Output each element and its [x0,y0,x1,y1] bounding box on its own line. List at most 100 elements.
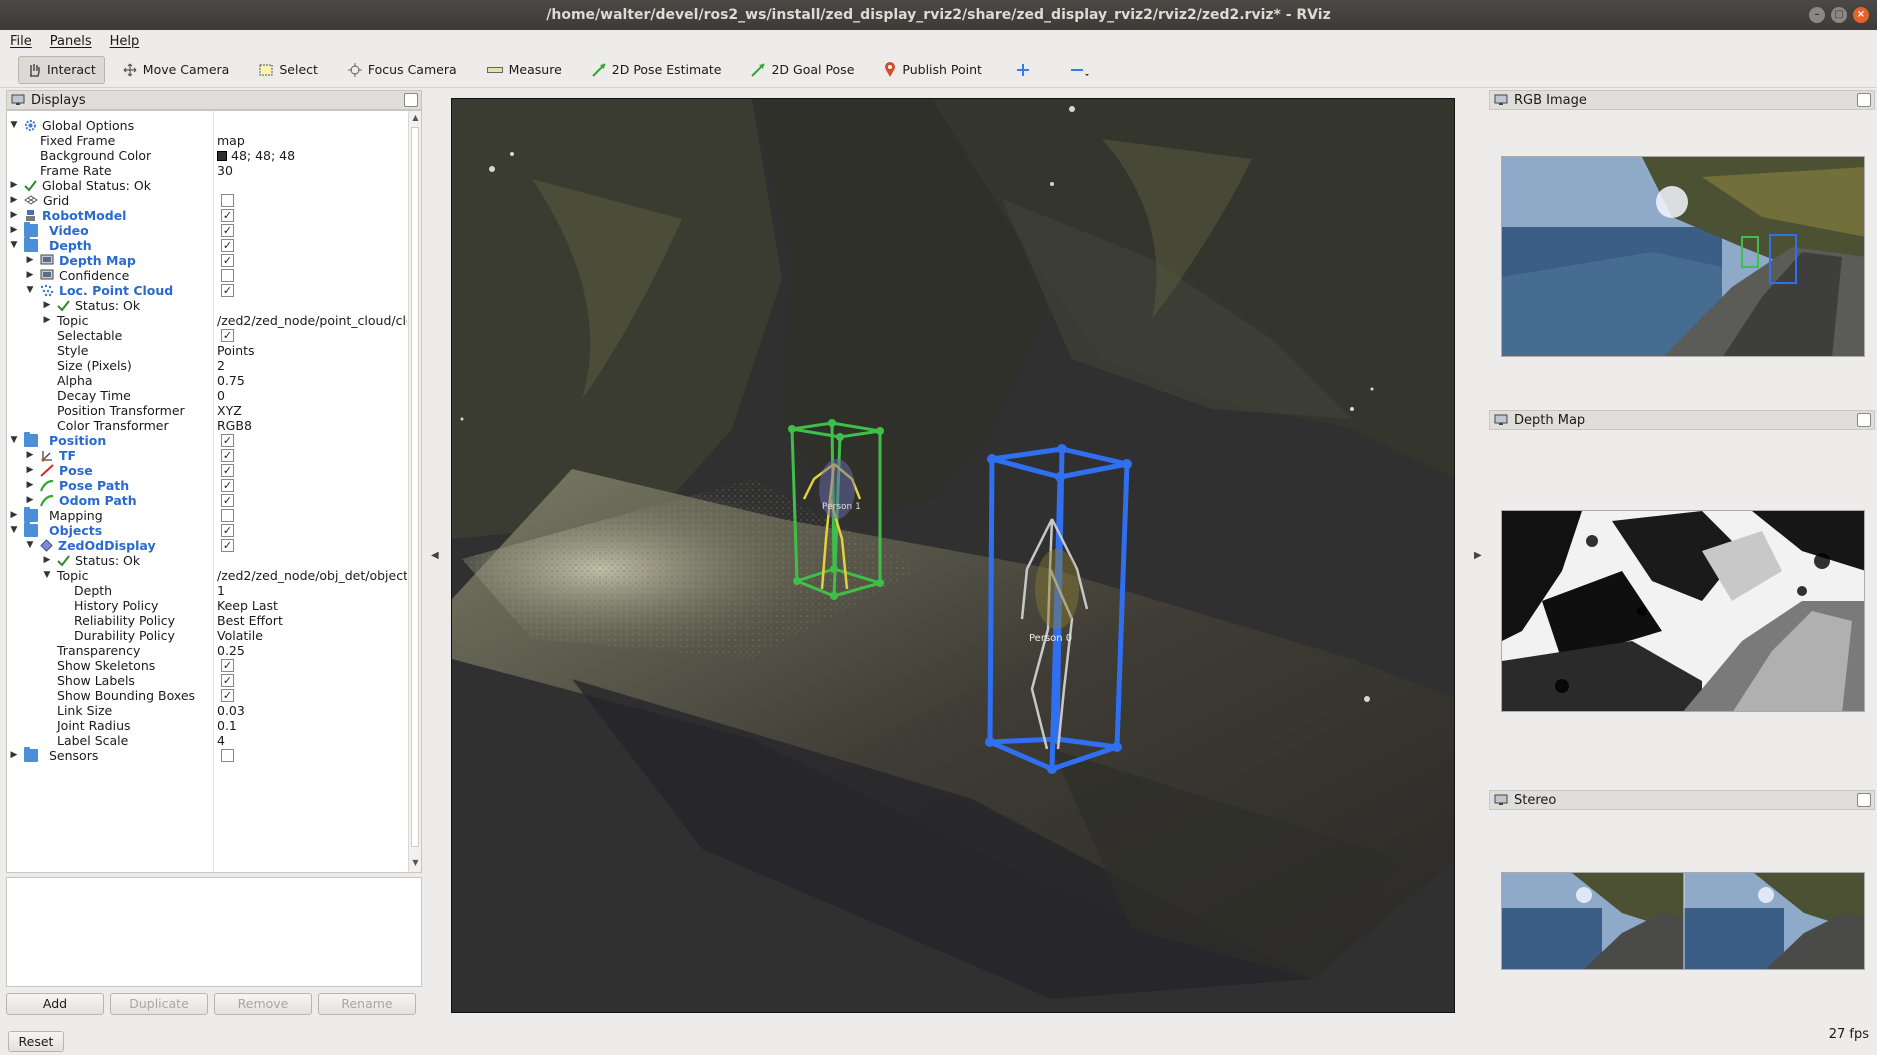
enable-checkbox[interactable] [221,268,234,282]
path-icon [40,494,54,507]
enable-checkbox[interactable]: ✓ [221,253,234,267]
display-row[interactable]: ▶ Sensors [7,746,407,764]
publish-point-tool-button[interactable]: Publish Point [876,56,990,84]
scroll-down-icon[interactable]: ▼ [409,858,421,870]
collapsed-arrow-icon[interactable]: ▶ [9,225,19,235]
collapsed-arrow-icon[interactable]: ▶ [42,315,52,325]
rgb-image-panel: RGB Image [1489,90,1875,410]
monitor-icon [1494,414,1508,425]
displays-panel-header: Displays [6,90,422,110]
move-camera-tool-button[interactable]: Move Camera [115,56,238,84]
collapsed-arrow-icon[interactable]: ▶ [9,195,19,205]
depth-map-image [1502,511,1864,711]
pose-estimate-tool-button[interactable]: 2D Pose Estimate [584,56,730,84]
enable-checkbox[interactable]: ✓ [221,673,234,687]
expanded-arrow-icon[interactable]: ▼ [9,240,19,250]
enable-checkbox[interactable] [221,193,234,207]
displays-button-row: Add Duplicate Remove Rename [6,993,416,1015]
pose-estimate-tool-label: 2D Pose Estimate [611,62,722,77]
collapsed-arrow-icon[interactable]: ▶ [42,300,52,310]
select-icon [259,64,273,75]
displays-tree[interactable]: ▼ Global Options Fixed Frame map Background … [6,110,422,873]
displays-panel: Displays ▼ Global Options Fixed Frame map Ba… [6,90,422,1050]
window-title: /home/walter/devel/ros2_ws/install/zed_d… [546,7,1331,23]
collapse-left-icon[interactable]: ◀ [431,550,439,561]
expanded-arrow-icon[interactable]: ▼ [42,570,52,580]
remove-button[interactable]: Remove [214,993,312,1015]
enable-checkbox[interactable]: ✓ [221,538,234,552]
add-button[interactable]: Add [6,993,104,1015]
menu-file[interactable]: File [10,34,32,49]
enable-checkbox[interactable]: ✓ [221,463,234,477]
panel-float-button[interactable] [404,93,418,107]
focus-camera-tool-button[interactable]: Focus Camera [340,56,465,84]
expanded-arrow-icon[interactable]: ▼ [25,540,35,550]
tree-scrollbar[interactable]: ▲ ▼ [408,111,421,872]
minimize-icon[interactable]: – [1809,7,1825,23]
enable-checkbox[interactable]: ✓ [221,493,234,507]
check-icon [24,179,37,192]
enable-checkbox[interactable]: ✓ [221,658,234,672]
enable-checkbox[interactable]: ✓ [221,208,234,222]
enable-checkbox[interactable]: ✓ [221,223,234,237]
interact-tool-button[interactable]: Interact [18,55,105,84]
enable-checkbox[interactable] [221,748,234,762]
enable-checkbox[interactable]: ✓ [221,688,234,702]
maximize-icon[interactable]: □ [1831,7,1847,23]
enable-checkbox[interactable]: ✓ [221,523,234,537]
expanded-arrow-icon[interactable]: ▼ [9,525,19,535]
enable-checkbox[interactable] [221,508,234,522]
enable-checkbox[interactable]: ✓ [221,478,234,492]
measure-tool-button[interactable]: Measure [479,56,570,84]
depth-map-panel-title: Depth Map [1514,412,1586,428]
monitor-icon [11,94,25,105]
panel-float-button[interactable] [1857,93,1871,107]
enable-checkbox[interactable]: ✓ [221,238,234,252]
duplicate-button[interactable]: Duplicate [110,993,208,1015]
depth-map-panel-header: Depth Map [1489,410,1875,430]
folder-icon [24,506,44,522]
toolbar: Interact Move Camera Select Focus Camera… [0,52,1877,88]
expanded-arrow-icon[interactable]: ▼ [25,285,35,295]
enable-checkbox[interactable]: ✓ [221,448,234,462]
title-bar: /home/walter/devel/ros2_ws/install/zed_d… [0,0,1877,30]
reset-button[interactable]: Reset [8,1031,64,1052]
collapse-right-icon[interactable]: ▶ [1474,550,1482,561]
collapsed-arrow-icon[interactable]: ▶ [25,480,35,490]
collapsed-arrow-icon[interactable]: ▶ [25,465,35,475]
collapsed-arrow-icon[interactable]: ▶ [25,255,35,265]
goal-pose-tool-button[interactable]: 2D Goal Pose [743,56,862,84]
remove-tool-button[interactable] [1062,56,1104,84]
person-1-label: Person 1 [822,502,861,512]
point-cloud-scene: Person 1 Person 0 [452,99,1454,1012]
scroll-up-icon[interactable]: ▲ [409,113,421,125]
collapsed-arrow-icon[interactable]: ▶ [9,750,19,760]
panel-float-button[interactable] [1857,413,1871,427]
collapsed-arrow-icon[interactable]: ▶ [9,510,19,520]
enable-checkbox[interactable]: ✓ [221,328,234,342]
collapsed-arrow-icon[interactable]: ▶ [25,495,35,505]
robot-icon [24,209,37,222]
collapsed-arrow-icon[interactable]: ▶ [42,555,52,565]
collapsed-arrow-icon[interactable]: ▶ [25,270,35,280]
panel-float-button[interactable] [1857,793,1871,807]
select-tool-button[interactable]: Select [251,56,326,84]
enable-checkbox[interactable]: ✓ [221,283,234,297]
collapsed-arrow-icon[interactable]: ▶ [9,210,19,220]
depth-map-view [1501,510,1865,712]
scroll-thumb[interactable] [411,127,419,847]
collapsed-arrow-icon[interactable]: ▶ [25,450,35,460]
plus-icon [1016,63,1029,76]
collapsed-arrow-icon[interactable]: ▶ [9,180,19,190]
expanded-arrow-icon[interactable]: ▼ [9,120,19,130]
display-row-label: Sensors [49,747,99,763]
3d-viewport[interactable]: Person 1 Person 0 [451,98,1455,1013]
rename-button[interactable]: Rename [318,993,416,1015]
minus-icon [1070,68,1089,76]
enable-checkbox[interactable]: ✓ [221,433,234,447]
menu-panels[interactable]: Panels [50,34,92,49]
menu-help[interactable]: Help [110,34,140,49]
close-icon[interactable]: × [1853,7,1869,23]
expanded-arrow-icon[interactable]: ▼ [9,435,19,445]
add-tool-button[interactable] [1008,56,1044,84]
